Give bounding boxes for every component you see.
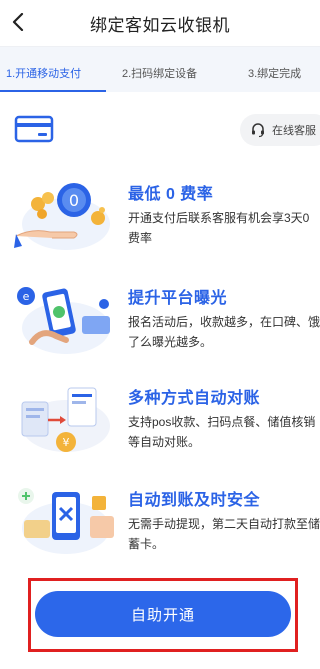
bottom-strip: [0, 655, 320, 669]
online-service-label: 在线客服: [272, 125, 316, 137]
headset-icon: [252, 123, 264, 138]
feature-desc: 报名活动后，收款越多，在口碑、饿了么曝光越多。: [128, 315, 320, 349]
bank-card-icon: [14, 114, 54, 144]
feature-desc: 无需手动提现，第二天自动打款至储蓄卡。: [128, 517, 320, 551]
feature-title: 提升平台曝光: [128, 290, 228, 307]
feature-secure-payout: 自动到账及时安全 无需手动提现，第二天自动打款至储蓄卡。: [0, 482, 320, 572]
feature-desc: 开通支付后联系客服有机会享3天0费率: [128, 211, 310, 245]
feature-desc: 支持pos收款、扫码点餐、储值核销等自动对账。: [128, 415, 316, 449]
feature-reconcile: ¥ 多种方式自动对账 支持pos收款、扫码点餐、储值核销等自动对账。: [0, 380, 320, 470]
step-3[interactable]: 3.绑定完成: [248, 65, 301, 81]
phone-transfer-illustration: [12, 482, 120, 562]
feature-low-fee: 0 最低 0 费率 开通支付后联系客服有机会享3天0费率: [0, 176, 320, 266]
online-service-button[interactable]: 在线客服: [240, 114, 320, 146]
feature-title: 自动到账及时安全: [128, 492, 261, 509]
svg-text:e: e: [23, 290, 30, 303]
phone-promo-illustration: e: [12, 280, 120, 360]
svg-text:0: 0: [69, 191, 79, 210]
feature-exposure: e 提升平台曝光 报名活动后，收款越多，在口碑、饿了么曝光越多。: [0, 280, 320, 370]
document-coin-illustration: ¥: [12, 380, 120, 460]
step-1[interactable]: 1.开通移动支付: [6, 65, 81, 81]
step-bar: 1.开通移动支付 2.扫码绑定设备 3.绑定完成: [0, 46, 320, 92]
self-service-open-button[interactable]: 自助开通: [35, 591, 291, 637]
step-2[interactable]: 2.扫码绑定设备: [122, 65, 197, 81]
feature-title: 最低 0 费率: [128, 186, 214, 203]
active-step-indicator: [0, 90, 106, 92]
back-icon[interactable]: [6, 10, 30, 34]
page-title: 绑定客如云收银机: [90, 15, 230, 35]
intro-bar: 在线客服: [0, 110, 320, 150]
cta-highlight-box: 自助开通: [28, 578, 298, 652]
app-header: 绑定客如云收银机: [0, 0, 320, 46]
svg-text:¥: ¥: [63, 436, 70, 449]
feature-title: 多种方式自动对账: [128, 390, 261, 407]
coin-hand-illustration: 0: [12, 176, 120, 256]
